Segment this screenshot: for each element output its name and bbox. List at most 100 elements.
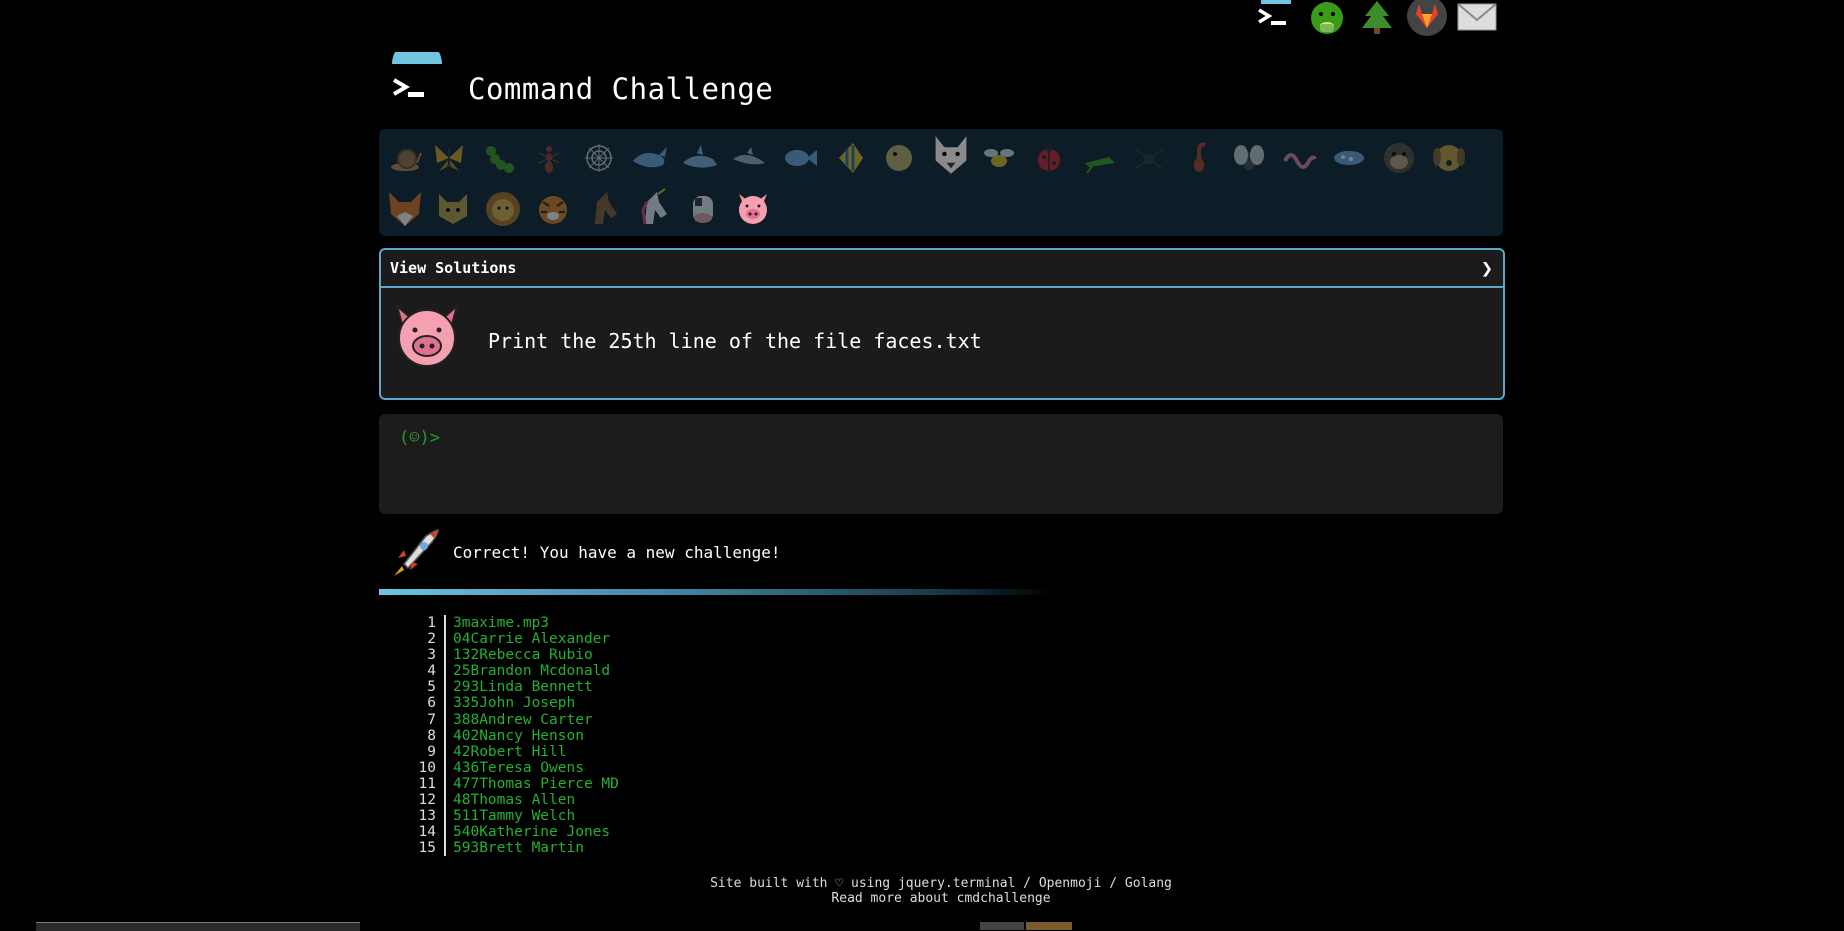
line-separator [444, 808, 446, 825]
line-number: 14 [418, 824, 436, 841]
cricket-icon[interactable] [1079, 137, 1119, 179]
line-number: 11 [418, 775, 436, 792]
microbe-icon[interactable] [1329, 137, 1369, 179]
line-number: 3 [427, 647, 436, 664]
dolphin-icon[interactable] [729, 137, 769, 179]
line-number: 1 [427, 615, 436, 631]
terminal-logo-icon [392, 52, 442, 97]
file-row: 9 42Robert Hill [406, 743, 806, 760]
line-number: 9 [427, 743, 436, 760]
line-number: 7 [427, 711, 436, 728]
butterfly-icon[interactable] [429, 137, 469, 179]
snail-icon[interactable] [387, 137, 427, 179]
cow-icon[interactable] [683, 188, 723, 230]
line-separator [444, 711, 446, 728]
view-solutions-label: View Solutions [390, 259, 517, 277]
fish-icon[interactable] [779, 137, 819, 179]
footer-credits: Site built with ♡ using jquery.terminal … [710, 876, 1172, 891]
file-name: 293Linda Bennett [453, 679, 593, 696]
about-link[interactable]: Read more about cmdchallenge [831, 891, 1050, 906]
challenge-panel: View Solutions ❯ Print the 25th line of … [379, 248, 1505, 400]
chevron-right-icon[interactable]: ❯ [1481, 256, 1493, 280]
line-separator [444, 727, 446, 744]
line-number: 6 [427, 695, 436, 712]
pig-face-icon [395, 303, 459, 367]
file-name: 477Thomas Pierce MD [453, 775, 619, 792]
file-row: 5 293Linda Bennett [406, 679, 806, 696]
nauseated-face-icon[interactable] [1306, 0, 1348, 36]
unicorn-icon[interactable] [633, 188, 673, 230]
bottom-element [980, 922, 1024, 930]
bee-icon[interactable] [979, 137, 1019, 179]
rocket-icon [394, 529, 439, 576]
file-name: 436Teresa Owens [453, 759, 584, 776]
line-separator [444, 840, 446, 857]
terminal-icon[interactable] [1256, 0, 1298, 36]
file-row: 12 48Thomas Allen [406, 792, 806, 809]
footer: Site built with ♡ using jquery.terminal … [600, 876, 1282, 906]
challenge-progress-bar [379, 589, 1503, 595]
ladybug-icon[interactable] [1029, 137, 1069, 179]
line-separator [444, 647, 446, 664]
caterpillar-icon[interactable] [479, 137, 519, 179]
ant-icon[interactable] [529, 137, 569, 179]
line-separator [444, 759, 446, 776]
line-number: 13 [418, 808, 436, 825]
file-name: 132Rebecca Rubio [453, 647, 593, 664]
cat-icon[interactable] [433, 188, 473, 230]
lion-icon[interactable] [483, 188, 523, 230]
challenge-text: Print the 25th line of the file faces.tx… [488, 329, 982, 353]
file-row: 6 335John Joseph [406, 695, 806, 712]
page-title: Command Challenge [468, 72, 774, 106]
spider-web-icon[interactable] [579, 137, 619, 179]
header: Command Challenge [390, 52, 1030, 116]
horse-icon[interactable] [583, 188, 623, 230]
file-name: 511Tammy Welch [453, 808, 576, 825]
dog-icon[interactable] [1429, 137, 1469, 179]
file-row: 11 477Thomas Pierce MD [406, 775, 806, 793]
file-row: 4 25Brandon Mcdonald [406, 663, 806, 680]
status-text: Correct! You have a new challenge! [453, 543, 781, 562]
line-number: 2 [427, 631, 436, 648]
file-name: 593Brett Martin [453, 840, 584, 857]
line-separator [444, 663, 446, 680]
file-row: 10 436Teresa Owens [406, 759, 806, 776]
whale-icon[interactable] [629, 137, 669, 179]
shark-icon[interactable] [679, 137, 719, 179]
tropical-fish-icon[interactable] [829, 137, 869, 179]
line-number: 10 [418, 759, 436, 776]
file-name: 388Andrew Carter [453, 711, 593, 728]
file-name: 540Katherine Jones [453, 824, 611, 841]
pig-icon[interactable] [733, 188, 773, 230]
line-number: 8 [427, 727, 436, 744]
top-links [1256, 0, 1506, 40]
fly-icon[interactable] [1229, 137, 1269, 179]
wolf-icon[interactable] [929, 131, 973, 179]
terminal-input[interactable]: (☺)> [379, 414, 1503, 514]
file-row: 1 3maxime.mp3 [406, 615, 806, 632]
line-separator [444, 631, 446, 648]
view-solutions-toggle[interactable]: View Solutions ❯ [381, 250, 1503, 288]
worm-icon[interactable] [1279, 137, 1319, 179]
line-separator [444, 824, 446, 841]
file-row: 14 540Katherine Jones [406, 824, 806, 841]
mail-icon[interactable] [1456, 0, 1498, 36]
challenge-emoji-bar [379, 129, 1503, 236]
tiger-icon[interactable] [533, 188, 573, 230]
file-row: 2 04Carrie Alexander [406, 631, 806, 648]
gitlab-icon[interactable] [1406, 0, 1448, 36]
file-name: 04Carrie Alexander [453, 631, 611, 648]
blowfish-icon[interactable] [879, 137, 919, 179]
spider-icon[interactable] [1129, 137, 1169, 179]
gorilla-icon[interactable] [1379, 137, 1419, 179]
file-name: 42Robert Hill [453, 743, 567, 760]
line-separator [444, 743, 446, 760]
scorpion-icon[interactable] [1179, 137, 1219, 179]
fox-icon[interactable] [385, 188, 425, 230]
line-number: 5 [427, 679, 436, 696]
tree-icon[interactable] [1356, 0, 1398, 36]
file-name: 25Brandon Mcdonald [453, 663, 611, 680]
line-separator [444, 679, 446, 696]
line-separator [444, 695, 446, 712]
file-name: 3maxime.mp3 [453, 615, 550, 631]
